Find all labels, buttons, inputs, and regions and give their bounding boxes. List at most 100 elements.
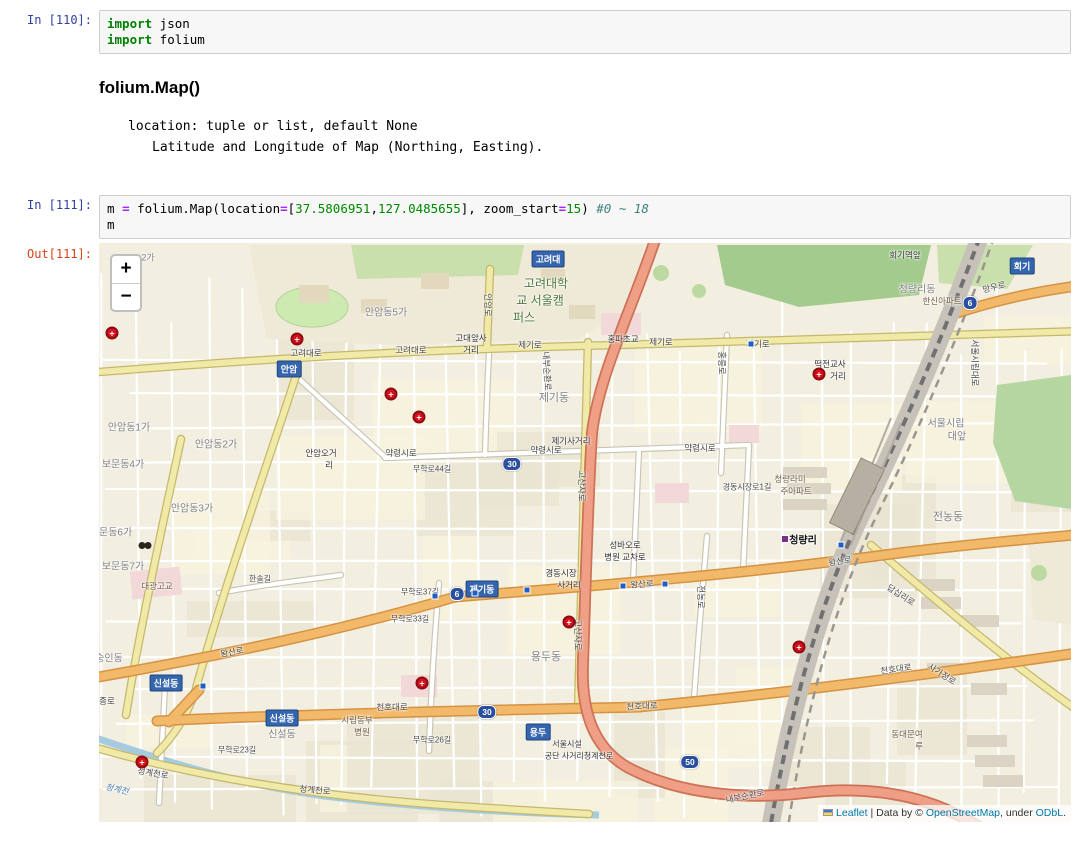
leaflet-flag-icon <box>823 809 834 816</box>
code-token: = <box>558 201 567 216</box>
map-label: 제기로 <box>518 340 542 350</box>
map-label: 안암동2가 <box>194 439 238 451</box>
code-line: import json <box>107 16 1063 32</box>
map-label: 약령시로 <box>385 448 417 458</box>
zoom-in-button[interactable]: + <box>112 256 140 283</box>
map-label: 무학로23길 <box>217 745 257 755</box>
subway-entrance-icon <box>661 580 669 588</box>
route-shield: 30 <box>502 457 522 471</box>
map-label: 경동시장 <box>545 568 577 578</box>
map-label: 안암로 <box>483 293 493 317</box>
code-line: import folium <box>107 32 1063 48</box>
code-cell-111[interactable]: m = folium.Map(location=[37.5806951,127.… <box>99 195 1071 239</box>
poi-marker-icon: + <box>412 410 426 424</box>
poi-marker-icon: + <box>135 755 149 769</box>
code-token: folium.Map(location <box>129 201 281 216</box>
map-label: 퍼스 <box>512 310 536 325</box>
subway-entrance-icon <box>837 541 845 549</box>
map-label: 동대문여 <box>891 729 923 739</box>
map-label: 고려대로 <box>290 348 322 358</box>
map-label: 서울시립대로 <box>970 339 980 387</box>
code-line: m = folium.Map(location=[37.5806951,127.… <box>107 201 1063 217</box>
map-label: 보문동4가 <box>101 459 145 471</box>
map-label: 시립동부 <box>341 715 373 725</box>
map-label: 거리 <box>830 371 846 381</box>
map-label: 서울시설 <box>552 739 582 749</box>
poi-marker-icon: + <box>384 387 398 401</box>
input-prompt: In [111]: <box>26 198 92 212</box>
code-token: 127.0485655 <box>377 201 461 216</box>
station-badge: 신설동 <box>149 674 183 692</box>
subway-entrance-icon <box>431 592 439 600</box>
leaflet-link[interactable]: Leaflet <box>836 807 868 819</box>
odbl-link[interactable]: ODbL <box>1036 807 1063 819</box>
map-label: 청량라미 <box>774 474 806 484</box>
station-badge: 용두 <box>525 723 551 741</box>
code-token: m <box>107 201 123 216</box>
code-token: json <box>152 16 190 31</box>
map-label: 고대앞사 <box>455 333 487 343</box>
map-attribution: Leaflet | Data by © OpenStreetMap, under… <box>818 805 1071 822</box>
map-label: 안암동1가 <box>107 422 151 434</box>
osm-link[interactable]: OpenStreetMap <box>926 807 1000 819</box>
station-badge: 신설동 <box>265 709 299 727</box>
map-label: 보문동6가 <box>99 527 133 539</box>
map-label: 고산자로 <box>577 470 587 502</box>
map-label: 병원 <box>354 727 370 737</box>
map-label: 천호대로 <box>376 702 408 712</box>
poi-marker-icon: + <box>290 332 304 346</box>
attribution-text: Data by © <box>876 807 926 819</box>
station-badge: 회기 <box>1009 257 1035 275</box>
map-label: 리 <box>325 460 333 470</box>
map-label: 내부순환로 <box>540 351 554 391</box>
map-overlay: 2가 고려대학 교 서울캠 퍼스 안암동5가 회기역앞 청량리동 한신아파트 안암로 고대앞사 거리… <box>99 243 1071 822</box>
code-token: 37.5806951 <box>295 201 371 216</box>
map-label: 홍파초교 <box>607 334 639 344</box>
map-label: 천호대로 <box>626 700 658 712</box>
poi-marker-icon: + <box>812 367 826 381</box>
subway-entrance-icon <box>471 589 479 597</box>
map-label: 안암동5가 <box>364 307 408 319</box>
zoom-out-button[interactable]: − <box>112 283 140 310</box>
map-label: 청계천 <box>104 781 130 797</box>
folium-map[interactable]: 2가 고려대학 교 서울캠 퍼스 안암동5가 회기역앞 청량리동 한신아파트 안암로 고대앞사 거리… <box>99 243 1071 822</box>
map-label: 대광고교 <box>141 581 173 591</box>
map-label: 무학로26길 <box>412 735 452 745</box>
map-label: 용두동 <box>530 651 562 663</box>
code-token: import <box>107 32 153 47</box>
map-label: 제기사거리 <box>551 436 591 446</box>
map-label: 대앞 <box>947 431 967 443</box>
station-badge: 안암 <box>276 360 302 378</box>
code-token: = <box>122 201 130 216</box>
code-cell-110[interactable]: import json import folium <box>99 10 1071 54</box>
markdown-heading: folium.Map() <box>99 78 201 97</box>
poi-marker-icon: + <box>792 640 806 654</box>
map-label: 청계천로 <box>298 783 332 797</box>
poi-marker-icon: + <box>415 676 429 690</box>
code-token: m <box>107 217 115 232</box>
map-label: 2가 <box>141 252 155 263</box>
map-label: 답십리로 <box>885 582 917 608</box>
map-label: 공단 사거리청계천로 <box>544 751 614 761</box>
map-label: 청량리 <box>789 535 817 547</box>
code-token: folium <box>152 32 205 47</box>
map-label: 성바오로 <box>609 540 641 550</box>
map-label: 홍릉로 <box>717 351 727 375</box>
map-label: 청량리동 <box>898 284 936 296</box>
map-label: 한솔길 <box>248 574 272 584</box>
attribution-text: , under <box>1000 807 1036 819</box>
doc-line: Latitude and Longitude of Map (Northing,… <box>152 140 544 155</box>
station-badge: 제기동 <box>465 580 499 598</box>
station-badge: 고려대 <box>531 250 565 268</box>
map-label: 왕산로 <box>629 578 655 590</box>
jupyter-notebook: In [110]: import json import folium foli… <box>0 0 1079 844</box>
map-label: 고려대학 <box>523 276 569 291</box>
map-label: 안암오거 <box>305 448 337 458</box>
map-label: 제기로 <box>649 337 673 347</box>
attribution-text: | <box>867 807 877 819</box>
map-label: 사가정로 <box>926 661 958 687</box>
code-token: ) <box>581 201 597 216</box>
map-label: 제기동 <box>538 392 570 404</box>
code-comment: #0 ~ 18 <box>596 201 649 216</box>
subway-entrance-icon <box>619 582 627 590</box>
